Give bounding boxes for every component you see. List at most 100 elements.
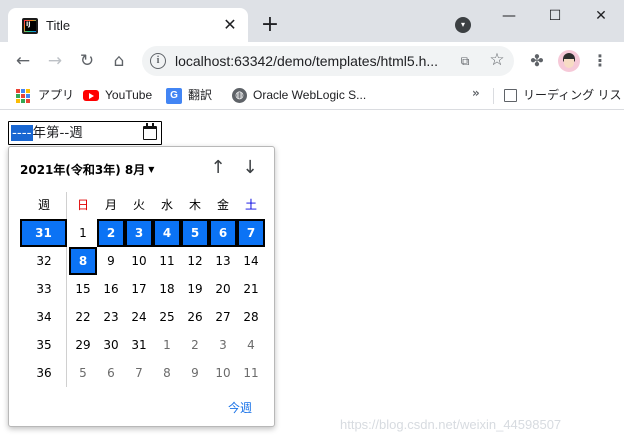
bookmark-oracle-weblogic[interactable]: ◍ Oracle WebLogic S... — [232, 86, 366, 104]
maximize-button[interactable]: ☐ — [532, 4, 578, 28]
calendar-day[interactable]: 28 — [237, 303, 265, 331]
globe-icon: ◍ — [232, 88, 247, 104]
weekday-header: 土 — [244, 198, 257, 212]
browser-tab[interactable]: Title ✕ — [8, 8, 248, 42]
watermark: https://blog.csdn.net/weixin_44598507 — [340, 417, 562, 432]
calendar-day[interactable]: 2 — [97, 219, 125, 247]
calendar-day[interactable]: 30 — [97, 331, 125, 359]
calendar-day[interactable]: 7 — [237, 219, 265, 247]
calendar-day-outside-month[interactable]: 2 — [181, 331, 209, 359]
forward-arrow-icon[interactable]: → — [44, 50, 66, 72]
calendar-day[interactable]: 13 — [209, 247, 237, 275]
profile-avatar[interactable] — [558, 50, 580, 72]
calendar-day[interactable]: 21 — [237, 275, 265, 303]
chrome-menu-icon[interactable]: ⋮ — [592, 50, 608, 72]
calendar-day[interactable]: 26 — [181, 303, 209, 331]
week-number[interactable]: 32 — [30, 247, 58, 275]
calendar-day[interactable]: 17 — [125, 275, 153, 303]
calendar-icon[interactable] — [143, 123, 157, 140]
url-text[interactable]: localhost:63342/demo/templates/html5.h..… — [175, 53, 438, 69]
calendar-day[interactable]: 18 — [153, 275, 181, 303]
month-year-selector[interactable]: 2021年(令和3年) 8月 ▼ — [20, 161, 154, 178]
week-input[interactable]: ----年第--週 — [8, 121, 162, 145]
week-number[interactable]: 34 — [30, 303, 58, 331]
bookmark-label: YouTube — [105, 88, 153, 102]
back-arrow-icon[interactable]: ← — [12, 50, 34, 72]
bookmarks-bar: アプリ YouTube G 翻訳 ◍ Oracle WebLogic S... » … — [0, 80, 624, 110]
tab-search-icon[interactable]: ▾ — [455, 17, 471, 33]
calendar-day[interactable]: 29 — [69, 331, 97, 359]
previous-month-arrow-icon[interactable]: ↑ — [206, 156, 230, 180]
calendar-day-outside-month[interactable]: 3 — [209, 331, 237, 359]
calendar-day[interactable]: 14 — [237, 247, 265, 275]
new-tab-icon[interactable]: + — [258, 14, 282, 38]
tab-strip: Title ✕ + ▾ — ☐ ✕ — [0, 0, 624, 42]
bookmark-translate[interactable]: G 翻訳 — [166, 86, 212, 104]
calendar-day-outside-month[interactable]: 4 — [237, 331, 265, 359]
calendar-day[interactable]: 16 — [97, 275, 125, 303]
home-icon[interactable]: ⌂ — [108, 50, 130, 72]
calendar-day[interactable]: 10 — [125, 247, 153, 275]
calendar-day-outside-month[interactable]: 8 — [153, 359, 181, 387]
calendar-day[interactable]: 11 — [153, 247, 181, 275]
calendar-day[interactable]: 15 — [69, 275, 97, 303]
minimize-button[interactable]: — — [486, 4, 532, 28]
reload-icon[interactable]: ↻ — [76, 50, 98, 72]
window-close-button[interactable]: ✕ — [578, 4, 624, 28]
browser-toolbar: ← → ↻ ⌂ i localhost:63342/demo/templates… — [0, 42, 624, 80]
week-number[interactable]: 33 — [30, 275, 58, 303]
reading-list-icon — [504, 89, 517, 103]
reading-list-button[interactable]: リーディング リスト — [504, 86, 624, 104]
calendar-day-outside-month[interactable]: 9 — [181, 359, 209, 387]
calendar-day-outside-month[interactable]: 10 — [209, 359, 237, 387]
more-bookmarks-chevron-icon[interactable]: » — [472, 86, 480, 100]
calendar-day[interactable]: 24 — [125, 303, 153, 331]
calendar-day[interactable]: 12 — [181, 247, 209, 275]
tab-title: Title — [46, 18, 71, 33]
calendar-day[interactable]: 5 — [181, 219, 209, 247]
intellij-favicon-icon — [22, 18, 38, 34]
week-number-selected[interactable]: 31 — [20, 219, 67, 247]
address-bar[interactable]: i localhost:63342/demo/templates/html5.h… — [142, 46, 514, 76]
calendar-day[interactable]: 25 — [153, 303, 181, 331]
calendar-day[interactable]: 6 — [209, 219, 237, 247]
calendar-day[interactable]: 3 — [125, 219, 153, 247]
calendar-day[interactable]: 31 — [125, 331, 153, 359]
calendar-day[interactable]: 23 — [97, 303, 125, 331]
tab-close-icon[interactable]: ✕ — [220, 15, 240, 35]
calendar-day-outside-month[interactable]: 11 — [237, 359, 265, 387]
bookmark-star-icon[interactable]: ☆ — [487, 50, 507, 70]
weekday-header: 金 — [216, 198, 229, 212]
weekday-header: 木 — [188, 198, 201, 212]
weekday-header: 水 — [160, 198, 173, 212]
reading-list-label: リーディング リスト — [523, 88, 624, 102]
this-week-link[interactable]: 今週 — [228, 399, 252, 416]
calendar-day[interactable]: 22 — [69, 303, 97, 331]
translate-page-icon[interactable]: ⧉ — [456, 52, 474, 70]
week-segment[interactable]: -- — [60, 125, 70, 141]
calendar-day[interactable]: 19 — [181, 275, 209, 303]
calendar-day-outside-month[interactable]: 5 — [69, 359, 97, 387]
calendar-day[interactable]: 20 — [209, 275, 237, 303]
year-suffix: 年第 — [32, 125, 60, 141]
calendar-day-outside-month[interactable]: 7 — [125, 359, 153, 387]
bookmark-youtube[interactable]: YouTube — [83, 86, 152, 104]
calendar-day[interactable]: 9 — [97, 247, 125, 275]
bookmarks-divider — [493, 88, 494, 104]
week-number[interactable]: 36 — [30, 359, 58, 387]
weekday-header: 月 — [104, 198, 117, 212]
extensions-puzzle-icon[interactable]: ✤ — [526, 50, 548, 72]
site-info-icon[interactable]: i — [150, 53, 166, 69]
week-number[interactable]: 35 — [30, 331, 58, 359]
next-month-arrow-icon[interactable]: ↓ — [238, 156, 262, 180]
calendar-day-outside-month[interactable]: 6 — [97, 359, 125, 387]
calendar-day-outside-month[interactable]: 1 — [153, 331, 181, 359]
bookmark-apps[interactable]: アプリ — [16, 86, 74, 104]
year-segment[interactable]: ---- — [11, 125, 33, 141]
calendar-day[interactable]: 27 — [209, 303, 237, 331]
calendar-day[interactable]: 8 — [69, 247, 97, 275]
calendar-day[interactable]: 4 — [153, 219, 181, 247]
calendar-day[interactable]: 1 — [69, 219, 97, 247]
translate-icon: G — [166, 87, 182, 104]
bookmark-label: Oracle WebLogic S... — [253, 88, 367, 102]
